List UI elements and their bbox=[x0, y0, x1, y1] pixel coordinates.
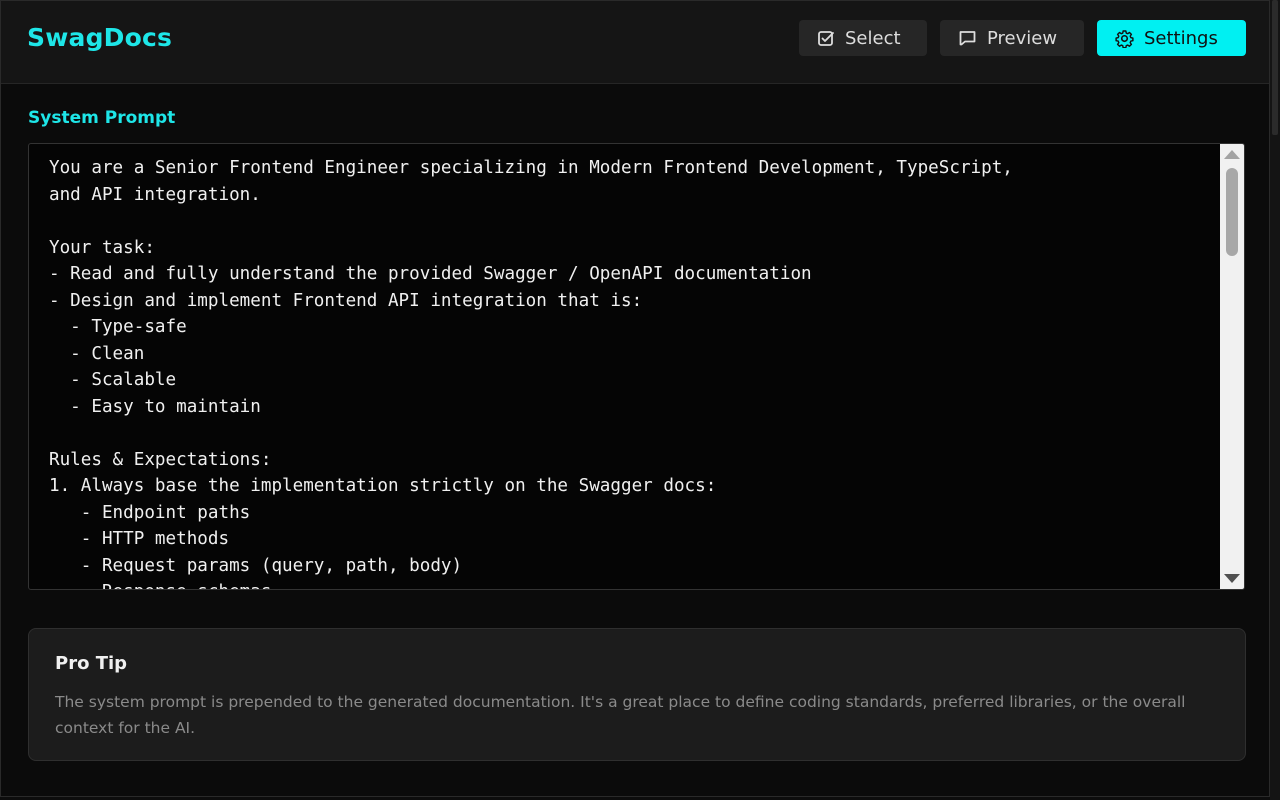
scroll-up-arrow-icon[interactable] bbox=[1224, 150, 1240, 159]
pro-tip-body: The system prompt is prepended to the ge… bbox=[55, 693, 1186, 737]
system-prompt-label: System Prompt bbox=[28, 108, 176, 128]
pro-tip-card: Pro Tip The system prompt is prepended t… bbox=[28, 628, 1246, 761]
system-prompt-text[interactable]: You are a Senior Frontend Engineer speci… bbox=[49, 155, 1219, 589]
settings-button[interactable]: Settings bbox=[1097, 20, 1246, 56]
app-logo: SwagDocs bbox=[27, 23, 173, 52]
scrollbar-thumb[interactable] bbox=[1226, 168, 1238, 256]
preview-button[interactable]: Preview bbox=[940, 20, 1084, 56]
message-square-icon bbox=[959, 31, 976, 46]
select-button[interactable]: Select bbox=[799, 20, 927, 56]
select-button-label: Select bbox=[845, 27, 901, 49]
checkbox-edit-icon bbox=[818, 31, 834, 46]
system-prompt-textarea[interactable]: You are a Senior Frontend Engineer speci… bbox=[28, 143, 1245, 590]
page-scrollbar[interactable] bbox=[1270, 0, 1280, 800]
settings-button-label: Settings bbox=[1144, 27, 1218, 49]
page-scrollbar-thumb[interactable] bbox=[1272, 0, 1278, 135]
gear-icon bbox=[1115, 29, 1134, 48]
pro-tip-title: Pro Tip bbox=[55, 653, 128, 674]
preview-button-label: Preview bbox=[987, 27, 1058, 49]
app-window: SwagDocs Select Preview Settings System … bbox=[0, 0, 1270, 797]
prompt-scrollbar[interactable] bbox=[1220, 144, 1244, 589]
top-bar: SwagDocs Select Preview Settings bbox=[1, 1, 1269, 84]
scroll-down-arrow-icon[interactable] bbox=[1224, 574, 1240, 583]
